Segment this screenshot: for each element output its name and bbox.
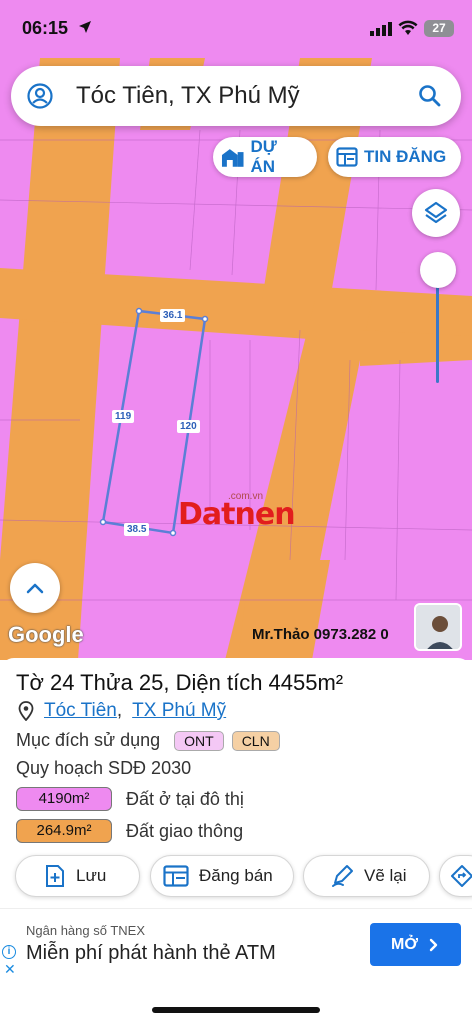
status-bar: 06:15 27 [0,0,472,58]
post-for-sale-label: Đăng bán [199,866,273,885]
layers-icon [424,201,448,224]
home-indicator-area [0,986,472,1024]
plan-label: Quy hoạch SDĐ 2030 [16,758,192,778]
projects-label: DỰ ÁN [250,137,277,176]
account-icon[interactable] [27,83,53,114]
projects-button[interactable]: DỰ ÁN [213,137,317,177]
parcel-info-panel: Tờ 24 Thửa 25, Diện tích 4455m² Tóc Tiên… [0,658,472,908]
contact-text: Mr.Thảo 0973.282 0 [252,626,389,643]
edge-label-right: 120 [177,420,200,433]
listings-button[interactable]: TIN ĐĂNG [328,137,461,177]
listings-label: TIN ĐĂNG [364,147,447,166]
wifi-icon [398,20,418,41]
opacity-slider-knob[interactable] [420,252,456,288]
pencil-icon [332,865,353,887]
ward-link[interactable]: Tóc Tiên [44,700,117,722]
address-separator: , [116,700,123,721]
location-pin-icon [18,701,34,721]
land-use-label: Đất ở tại đô thị [126,788,244,809]
town-link[interactable]: TX Phú Mỹ [132,700,226,722]
home-indicator[interactable] [152,1007,320,1013]
land-purpose-row: Mục đích sử dụng ONT CLN [16,730,280,751]
parcel-address: Tóc Tiên , TX Phú Mỹ [18,700,226,722]
tag-cln: CLN [231,730,280,751]
watermark-brand: Datnen [178,497,296,532]
edge-label-top: 36.1 [160,309,186,322]
edge-label-left: 119 [112,410,135,423]
save-button[interactable]: Lưu [15,855,140,897]
opacity-slider-track[interactable] [436,275,439,383]
ad-advertiser: Ngân hàng số TNEX [26,923,145,938]
parcel-title: Tờ 24 Thửa 25, Diện tích 4455m² [16,670,344,695]
expand-panel-button[interactable] [10,563,60,613]
cellular-signal-icon [370,22,392,41]
purpose-label: Mục đích sử dụng [16,730,161,750]
ad-headline: Miễn phí phát hành thẻ ATM [26,942,276,964]
screen: 36.1 119 120 38.5 .com.vn Datnen 06:15 2… [0,0,472,1024]
ad-info-icon[interactable]: i [2,945,16,959]
listing-icon [163,865,189,887]
status-time: 06:15 [22,18,69,38]
redraw-button[interactable]: Vẽ lại [303,855,430,897]
search-icon[interactable] [417,83,443,114]
land-use-row: 4190m² Đất ở tại đô thị [16,787,244,811]
tag-ont: ONT [174,730,224,751]
layers-button[interactable] [412,189,460,237]
land-use-label: Đất giao thông [126,820,244,841]
building-icon [221,149,244,167]
save-label: Lưu [76,866,107,885]
land-use-row: 264.9m² Đất giao thông [16,819,243,843]
chevron-up-icon [26,583,44,594]
land-use-area: 264.9m² [16,819,112,843]
datnen-watermark: .com.vn Datnen [178,491,296,532]
watermark-domain: .com.vn [228,491,264,502]
location-arrow-icon [78,20,92,39]
redraw-label: Vẽ lại [364,866,407,885]
google-logo: Google [8,622,84,647]
search-query[interactable]: Tóc Tiên, TX Phú Mỹ [76,82,300,110]
directions-icon [451,865,472,887]
directions-button[interactable] [439,855,472,897]
edge-label-bottom: 38.5 [124,523,150,536]
ad-close-icon[interactable]: ✕ [4,961,16,978]
ad-open-label: MỞ [391,935,418,953]
battery-indicator: 27 [424,20,454,37]
post-for-sale-button[interactable]: Đăng bán [150,855,294,897]
land-use-area: 4190m² [16,787,112,811]
ad-open-button[interactable]: MỞ [370,923,461,966]
save-add-icon [46,865,64,887]
chevron-right-icon [429,938,438,951]
avatar[interactable] [414,603,462,651]
listing-icon [336,147,358,167]
search-bar[interactable]: Tóc Tiên, TX Phú Mỹ [11,66,461,126]
ad-banner[interactable]: i ✕ Ngân hàng số TNEX Miễn phí phát hành… [0,908,472,986]
